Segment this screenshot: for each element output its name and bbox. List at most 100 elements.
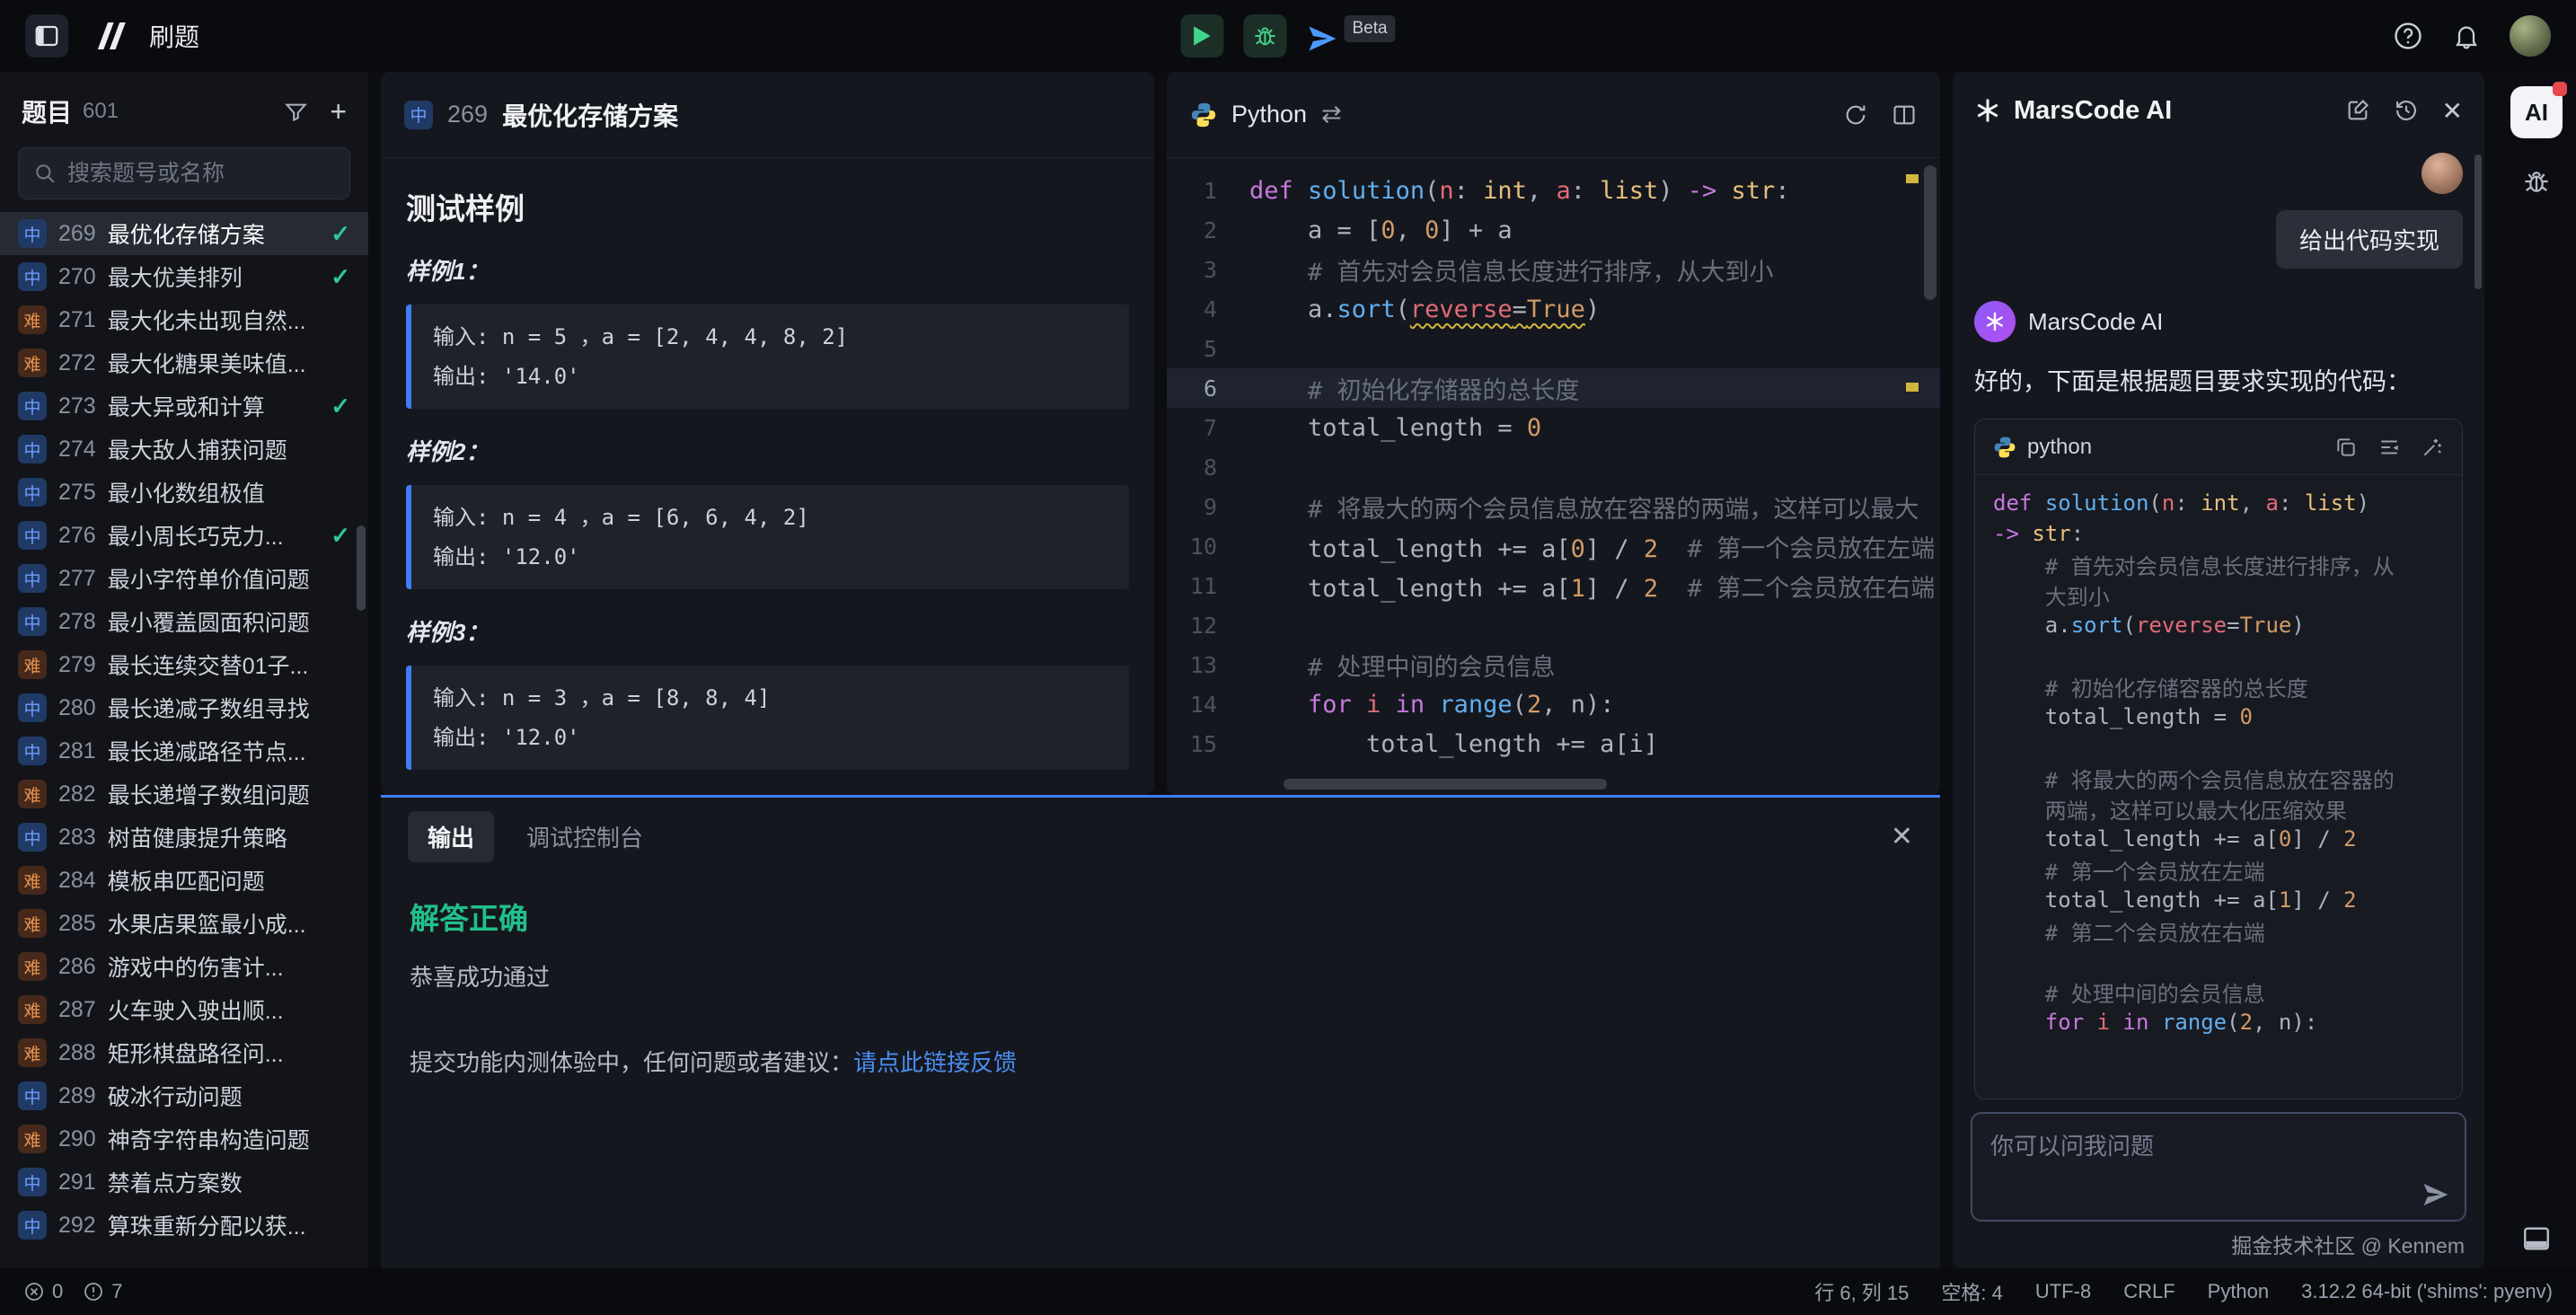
switch-language-icon[interactable]: ⇄ <box>1321 101 1342 128</box>
debug-button[interactable] <box>1243 14 1286 57</box>
code-line: # 将最大的两个会员信息放在容器的 <box>1993 763 2444 793</box>
list-item[interactable]: 中269最优化存储方案✓ <box>0 212 368 255</box>
marscode-logo[interactable] <box>92 22 126 49</box>
difficulty-badge: 中 <box>18 521 47 550</box>
eol-sequence[interactable]: CRLF <box>2123 1280 2175 1303</box>
run-button[interactable] <box>1180 14 1223 57</box>
list-item[interactable]: 中277最小字符单价值问题 <box>0 557 368 600</box>
problem-list: 中269最优化存储方案✓中270最大优美排列✓难271最大化未出现自然...难2… <box>0 212 368 1268</box>
problem-panel: 中 269 最优化存储方案 测试样例 样例1：输入: n = 5 ，a = [2… <box>381 72 1154 795</box>
list-item[interactable]: 中274最大敌人捕获问题 <box>0 428 368 471</box>
new-chat-icon[interactable] <box>2345 98 2370 123</box>
list-item[interactable]: 中273最大异或和计算✓ <box>0 384 368 428</box>
problem-title: 模板串匹配问题 <box>108 864 265 896</box>
filter-icon[interactable] <box>284 100 308 124</box>
copy-icon[interactable] <box>2334 436 2358 459</box>
language-mode[interactable]: Python <box>2208 1280 2270 1303</box>
editor-scrollbar[interactable] <box>1924 165 1936 300</box>
example-block: 输入: n = 3 ，a = [8, 8, 4]输出: '12.0' <box>406 666 1129 770</box>
list-item[interactable]: 中281最长递减路径节点... <box>0 729 368 772</box>
toggle-panel-icon[interactable] <box>2521 1223 2552 1254</box>
search-input[interactable] <box>67 161 357 187</box>
editor-code: 1def solution(n: int, a: list) -> str:2 … <box>1167 171 1940 763</box>
tab-debug-console[interactable]: 调试控制台 <box>526 820 643 853</box>
ai-input-box[interactable] <box>1971 1112 2466 1222</box>
sidebar-toggle-button[interactable] <box>25 14 68 57</box>
code-line: 8 <box>1167 447 1940 487</box>
list-item[interactable]: 难279最长连续交替01子... <box>0 643 368 686</box>
difficulty-badge: 难 <box>18 650 47 679</box>
ai-scrollbar[interactable] <box>2475 154 2482 289</box>
send-icon[interactable] <box>2422 1180 2450 1209</box>
problem-id: 281 <box>58 738 96 764</box>
list-item[interactable]: 中278最小覆盖圆面积问题 <box>0 600 368 643</box>
bug-icon <box>1252 23 1277 49</box>
list-item[interactable]: 中292算珠重新分配以获... <box>0 1204 368 1247</box>
problem-id: 287 <box>58 997 96 1023</box>
code-line: a.sort(reverse=True) <box>1993 610 2444 640</box>
code-line: # 首先对会员信息长度进行排序，从 <box>1993 549 2444 579</box>
magic-wand-icon[interactable] <box>2421 436 2444 459</box>
avatar[interactable] <box>2510 15 2551 57</box>
list-item[interactable]: 难290神奇字符串构造问题 <box>0 1117 368 1161</box>
list-item[interactable]: 中283树苗健康提升策略 <box>0 816 368 859</box>
list-item[interactable]: 难272最大化糖果美味值... <box>0 341 368 384</box>
encoding[interactable]: UTF-8 <box>2035 1280 2091 1303</box>
difficulty-badge: 中 <box>18 564 47 593</box>
search-box[interactable] <box>18 147 350 199</box>
list-item[interactable]: 中275最小化数组极值 <box>0 471 368 514</box>
error-count[interactable]: 0 <box>52 1280 63 1303</box>
errors-icon[interactable] <box>23 1281 45 1302</box>
code-line: 6 # 初始化存储器的总长度 <box>1167 368 1940 408</box>
list-item[interactable]: 难288矩形棋盘路径问... <box>0 1031 368 1074</box>
nav-practice[interactable]: 刷题 <box>149 18 199 54</box>
list-item[interactable]: 难286游戏中的伤害计... <box>0 945 368 988</box>
ai-input[interactable] <box>1990 1128 2410 1205</box>
code-language-label: python <box>2027 435 2092 460</box>
cursor-position[interactable]: 行 6, 列 15 <box>1814 1277 1909 1306</box>
indentation[interactable]: 空格: 4 <box>1941 1277 2002 1306</box>
editor-horizontal-scrollbar[interactable] <box>1284 779 1607 790</box>
history-icon[interactable] <box>2394 98 2419 123</box>
difficulty-badge: 中 <box>18 435 47 463</box>
code-line: total_length = 0 <box>1993 702 2444 732</box>
insert-code-icon[interactable] <box>2378 436 2401 459</box>
list-item[interactable]: 难287火车驶入驶出顺... <box>0 988 368 1031</box>
list-item[interactable]: 中291禁着点方案数 <box>0 1161 368 1204</box>
problem-title: 最小覆盖圆面积问题 <box>108 605 310 638</box>
line-number: 7 <box>1167 415 1249 441</box>
add-icon[interactable]: + <box>330 97 347 126</box>
sidebar-scrollbar[interactable] <box>357 525 366 611</box>
notifications-icon[interactable] <box>2452 22 2481 50</box>
difficulty-badge: 中 <box>18 392 47 420</box>
list-item[interactable]: 中276最小周长巧克力...✓ <box>0 514 368 557</box>
feedback-link[interactable]: 请点此链接反馈 <box>853 1049 1017 1076</box>
feedback-bug-icon[interactable] <box>2522 167 2551 196</box>
help-icon[interactable] <box>2393 21 2423 51</box>
ai-launcher-button[interactable]: AI <box>2510 86 2563 138</box>
warnings-icon[interactable] <box>83 1281 104 1302</box>
list-item[interactable]: 中289破冰行动问题 <box>0 1074 368 1117</box>
problem-title: 最大异或和计算 <box>108 390 265 422</box>
code-line: 5 <box>1167 329 1940 368</box>
list-item[interactable]: 难282最长递增子数组问题 <box>0 772 368 816</box>
interpreter[interactable]: 3.12.2 64-bit ('shims': pyenv) <box>2301 1280 2553 1303</box>
reset-code-icon[interactable] <box>1843 102 1868 128</box>
list-item[interactable]: 难285水果店果篮最小成... <box>0 902 368 945</box>
close-icon[interactable]: ✕ <box>2442 96 2463 126</box>
split-view-icon[interactable] <box>1892 102 1917 128</box>
list-item[interactable]: 中270最大优美排列✓ <box>0 255 368 298</box>
problem-title: 最小字符单价值问题 <box>108 562 310 595</box>
warning-count[interactable]: 7 <box>111 1280 122 1303</box>
code-editor[interactable]: 1def solution(n: int, a: list) -> str:2 … <box>1167 158 1940 795</box>
list-item[interactable]: 中280最长递减子数组寻找 <box>0 686 368 729</box>
warning-mark <box>1906 383 1919 392</box>
tab-output[interactable]: 输出 <box>408 811 494 862</box>
close-icon[interactable]: ✕ <box>1891 821 1913 852</box>
list-item[interactable]: 难284模板串匹配问题 <box>0 859 368 902</box>
ai-intro-text: 好的，下面是根据题目要求实现的代码： <box>1974 362 2463 397</box>
submit-button[interactable] <box>1306 17 1338 55</box>
difficulty-badge: 中 <box>18 737 47 765</box>
problem-sidebar: 题目 601 + 中269最优化存储方案✓中270最大优美排列✓难271最大化未… <box>0 72 368 1268</box>
list-item[interactable]: 难271最大化未出现自然... <box>0 298 368 341</box>
